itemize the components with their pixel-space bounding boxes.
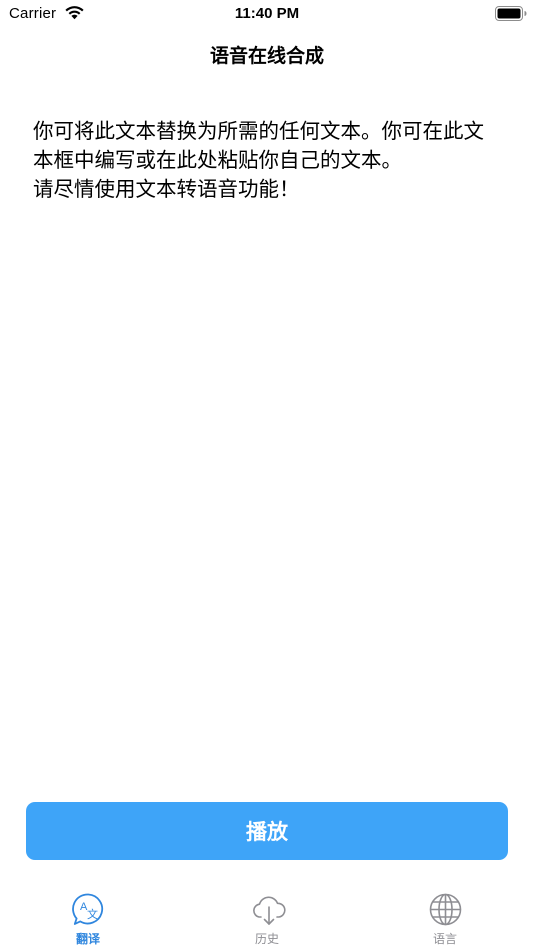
play-button[interactable]: 播放 [26, 802, 508, 860]
status-time: 11:40 PM [234, 5, 300, 22]
tab-translate-label: 翻译 [75, 932, 100, 946]
translate-icon: A 文 [72, 893, 104, 925]
tab-translate[interactable]: A 文 翻译 [28, 882, 148, 950]
text-editor[interactable]: 你可将此文本替换为所需的任何文本。你可在此文本框中编写或在此处粘贴你自己的文本。… [33, 117, 503, 777]
tab-language[interactable]: 语言 [385, 882, 505, 950]
tab-bar: A 文 翻译 历史 语言 [0, 882, 534, 950]
status-bar: Carrier 11:40 PM [0, 0, 534, 28]
globe-icon [429, 893, 462, 926]
tab-history-label: 历史 [254, 932, 279, 946]
svg-text:文: 文 [87, 907, 98, 921]
tab-language-label: 语言 [432, 932, 457, 946]
tab-history[interactable]: 历史 [207, 882, 327, 950]
battery-icon [495, 6, 527, 21]
cloud-download-icon [253, 896, 286, 925]
page-title: 语音在线合成 [209, 45, 324, 67]
